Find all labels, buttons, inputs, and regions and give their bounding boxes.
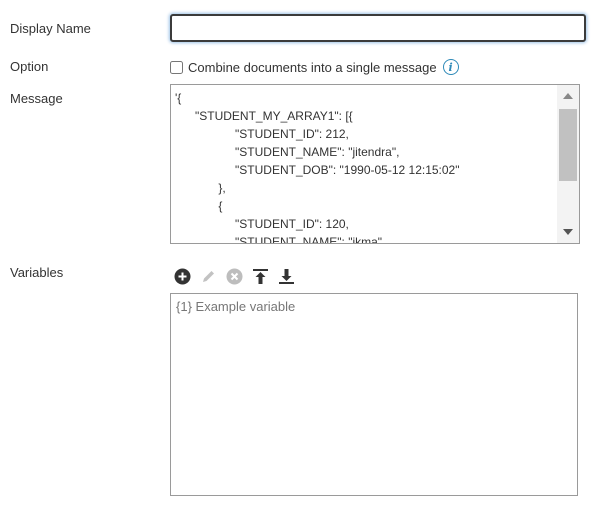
display-name-input[interactable] — [170, 14, 586, 42]
variables-toolbar — [173, 265, 296, 287]
move-top-icon[interactable] — [251, 267, 270, 286]
message-label: Message — [10, 91, 63, 106]
variables-textarea[interactable] — [170, 293, 578, 496]
variables-placeholder: {1} Example variable — [176, 299, 296, 314]
combine-option-row: Combine documents into a single message … — [170, 58, 459, 76]
scroll-up-arrow-icon[interactable] — [557, 85, 579, 107]
scrollbar-thumb[interactable] — [559, 109, 577, 181]
remove-icon[interactable] — [225, 267, 244, 286]
variables-label: Variables — [10, 265, 64, 280]
option-label: Option — [10, 59, 49, 74]
message-scrollbar[interactable] — [557, 85, 579, 243]
combine-documents-label[interactable]: Combine documents into a single message — [188, 60, 437, 75]
combine-documents-checkbox[interactable] — [170, 60, 183, 74]
add-icon[interactable] — [173, 267, 192, 286]
move-bottom-icon[interactable] — [277, 267, 296, 286]
info-icon[interactable]: i — [442, 59, 459, 75]
edit-icon[interactable] — [199, 267, 218, 286]
message-textarea[interactable]: '{ "STUDENT_MY_ARRAY1": [{ "STUDENT_ID":… — [170, 84, 580, 244]
message-text[interactable]: '{ "STUDENT_MY_ARRAY1": [{ "STUDENT_ID":… — [175, 89, 555, 243]
scroll-down-arrow-icon[interactable] — [557, 221, 579, 243]
display-name-label: Display Name — [10, 21, 91, 36]
